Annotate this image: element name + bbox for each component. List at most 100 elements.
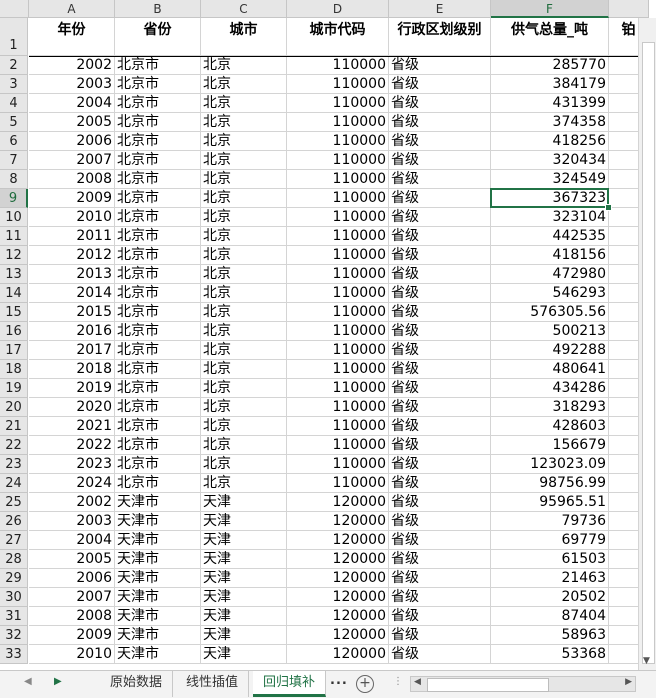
row-header[interactable]: 8 <box>0 170 28 189</box>
row-header[interactable]: 30 <box>0 588 28 607</box>
table-cell[interactable]: 110000 <box>287 455 389 474</box>
table-cell[interactable]: 天津 <box>201 607 287 626</box>
table-cell[interactable]: 天津市 <box>115 512 201 531</box>
table-cell[interactable]: 546293 <box>491 284 609 303</box>
table-cell[interactable]: 北京 <box>201 56 287 75</box>
table-cell[interactable]: 北京 <box>201 360 287 379</box>
table-cell[interactable]: 北京 <box>201 208 287 227</box>
table-cell[interactable]: 2007 <box>29 588 115 607</box>
table-cell[interactable]: 北京市 <box>115 322 201 341</box>
table-cell[interactable]: 110000 <box>287 417 389 436</box>
column-header-A[interactable]: A <box>29 0 115 18</box>
table-cell[interactable]: 天津 <box>201 531 287 550</box>
table-cell[interactable]: 2023 <box>29 455 115 474</box>
table-cell[interactable]: 110000 <box>287 113 389 132</box>
header-cell[interactable]: 年份 <box>29 18 115 56</box>
row-header[interactable]: 7 <box>0 151 28 170</box>
table-cell[interactable]: 北京 <box>201 455 287 474</box>
table-cell[interactable]: 418156 <box>491 246 609 265</box>
row-header[interactable]: 20 <box>0 398 28 417</box>
table-cell[interactable]: 428603 <box>491 417 609 436</box>
table-cell[interactable]: 120000 <box>287 626 389 645</box>
table-cell[interactable]: 北京 <box>201 113 287 132</box>
table-cell[interactable]: 110000 <box>287 208 389 227</box>
tab-regression-fill[interactable]: 回归填补 <box>253 671 327 697</box>
table-cell[interactable]: 442535 <box>491 227 609 246</box>
table-cell[interactable]: 省级 <box>389 132 491 151</box>
table-cell[interactable]: 323104 <box>491 208 609 227</box>
table-cell[interactable]: 北京市 <box>115 189 201 208</box>
table-cell[interactable]: 省级 <box>389 75 491 94</box>
table-cell[interactable]: 省级 <box>389 417 491 436</box>
table-cell[interactable]: 110000 <box>287 170 389 189</box>
table-cell[interactable]: 2010 <box>29 208 115 227</box>
table-cell[interactable]: 天津 <box>201 645 287 664</box>
table-cell[interactable]: 省级 <box>389 436 491 455</box>
row-header[interactable]: 25 <box>0 493 28 512</box>
column-header-E[interactable]: E <box>389 0 491 18</box>
table-cell[interactable]: 61503 <box>491 550 609 569</box>
table-cell[interactable]: 北京 <box>201 132 287 151</box>
vertical-scrollbar[interactable]: ▼ <box>638 18 656 670</box>
table-cell[interactable]: 110000 <box>287 322 389 341</box>
header-cell[interactable]: 供气总量_吨 <box>491 18 609 56</box>
row-header[interactable]: 22 <box>0 436 28 455</box>
table-cell[interactable]: 2020 <box>29 398 115 417</box>
table-cell[interactable]: 110000 <box>287 341 389 360</box>
row-header[interactable]: 9 <box>0 189 28 208</box>
table-cell[interactable]: 120000 <box>287 512 389 531</box>
table-cell[interactable]: 北京市 <box>115 227 201 246</box>
table-cell[interactable]: 110000 <box>287 379 389 398</box>
table-cell[interactable]: 北京市 <box>115 341 201 360</box>
table-cell[interactable]: 2015 <box>29 303 115 322</box>
table-cell[interactable]: 2005 <box>29 550 115 569</box>
table-cell[interactable]: 天津市 <box>115 626 201 645</box>
table-cell[interactable]: 天津市 <box>115 493 201 512</box>
table-cell[interactable]: 2003 <box>29 512 115 531</box>
table-cell[interactable]: 110000 <box>287 94 389 113</box>
row-header[interactable]: 11 <box>0 227 28 246</box>
vertical-scroll-thumb[interactable] <box>642 42 655 664</box>
table-cell[interactable]: 北京市 <box>115 417 201 436</box>
table-cell[interactable]: 2002 <box>29 56 115 75</box>
tab-scroll-right-icon[interactable]: ▶ <box>54 676 62 687</box>
table-cell[interactable]: 2011 <box>29 227 115 246</box>
table-cell[interactable]: 北京市 <box>115 303 201 322</box>
table-cell[interactable]: 2003 <box>29 75 115 94</box>
table-cell[interactable]: 北京 <box>201 474 287 493</box>
header-cell[interactable]: 行政区划级别 <box>389 18 491 56</box>
table-cell[interactable]: 2002 <box>29 493 115 512</box>
tab-original-data[interactable]: 原始数据 <box>100 671 174 697</box>
table-cell[interactable]: 120000 <box>287 588 389 607</box>
table-cell[interactable]: 2010 <box>29 645 115 664</box>
table-cell[interactable]: 北京市 <box>115 398 201 417</box>
table-cell[interactable]: 21463 <box>491 569 609 588</box>
table-cell[interactable]: 110000 <box>287 265 389 284</box>
table-cell[interactable]: 北京 <box>201 417 287 436</box>
table-cell[interactable]: 省级 <box>389 360 491 379</box>
row-header[interactable]: 2 <box>0 56 28 75</box>
table-cell[interactable]: 120000 <box>287 531 389 550</box>
table-cell[interactable]: 省级 <box>389 189 491 208</box>
table-cell[interactable]: 北京市 <box>115 170 201 189</box>
table-cell[interactable]: 北京市 <box>115 284 201 303</box>
table-cell[interactable]: 492288 <box>491 341 609 360</box>
table-cell[interactable]: 110000 <box>287 398 389 417</box>
table-cell[interactable]: 北京 <box>201 303 287 322</box>
tab-scroll-left-icon[interactable]: ◀ <box>24 676 32 687</box>
table-cell[interactable]: 110000 <box>287 436 389 455</box>
table-cell[interactable]: 2007 <box>29 151 115 170</box>
table-cell[interactable]: 北京 <box>201 322 287 341</box>
column-header-C[interactable]: C <box>201 0 287 18</box>
table-cell[interactable]: 2008 <box>29 607 115 626</box>
table-cell[interactable]: 北京 <box>201 170 287 189</box>
table-cell[interactable]: 天津 <box>201 493 287 512</box>
table-cell[interactable]: 北京 <box>201 94 287 113</box>
row-header[interactable]: 23 <box>0 455 28 474</box>
table-cell[interactable]: 2004 <box>29 94 115 113</box>
table-cell[interactable]: 北京 <box>201 265 287 284</box>
table-cell[interactable]: 北京市 <box>115 474 201 493</box>
table-cell[interactable]: 天津市 <box>115 531 201 550</box>
table-cell[interactable]: 北京市 <box>115 208 201 227</box>
table-cell[interactable]: 2009 <box>29 189 115 208</box>
